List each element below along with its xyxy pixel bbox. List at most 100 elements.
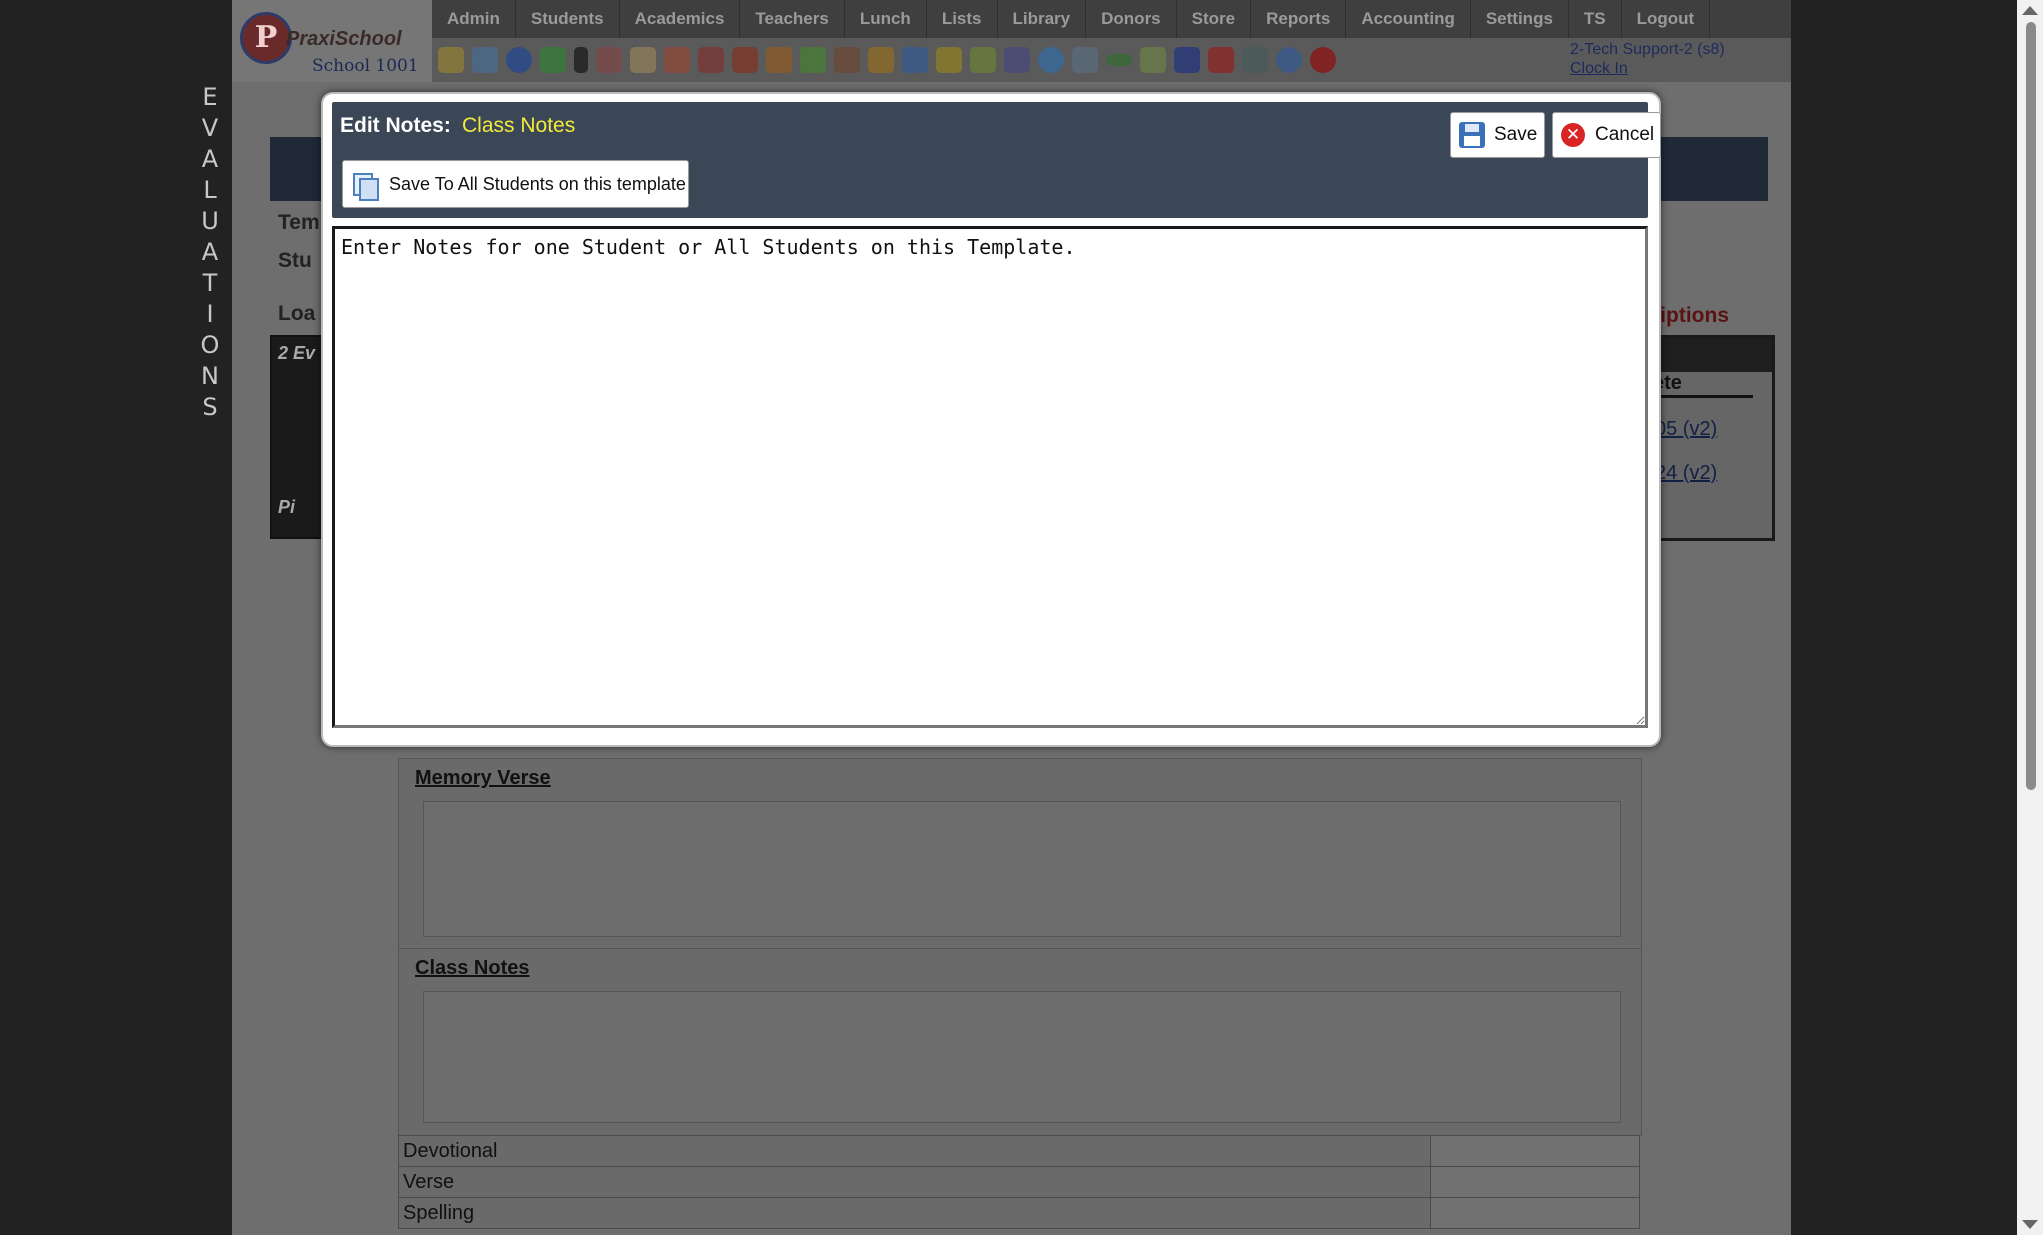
evaluation-link[interactable]: 24 (v2) [1655, 462, 1717, 485]
evaluation-link[interactable]: 05 (v2) [1655, 418, 1717, 441]
memory-verse-section: Memory Verse [398, 758, 1642, 950]
grade-input[interactable] [1430, 1166, 1640, 1198]
user-info: 2-Tech Support-2 (s8) Clock In [1570, 40, 1725, 78]
vertical-title-letter: V [201, 114, 219, 142]
student-label: Stu [278, 249, 312, 272]
nav-item-donors[interactable]: Donors [1086, 0, 1177, 38]
book-icon[interactable] [902, 47, 928, 73]
panel-column-header: ete [1653, 372, 1753, 398]
cash-register-icon[interactable] [1242, 47, 1268, 73]
nav-item-settings[interactable]: Settings [1471, 0, 1569, 38]
right-gutter [1791, 0, 2017, 1235]
photo-caption: 2 Ev [278, 343, 316, 363]
help-icon[interactable] [1276, 47, 1302, 73]
user-name: 2-Tech Support-2 (s8) [1570, 41, 1725, 58]
nav-item-teachers[interactable]: Teachers [740, 0, 845, 38]
person-icon[interactable] [732, 47, 758, 73]
teacher-icon[interactable] [766, 47, 792, 73]
vertical-title-letter: E [202, 83, 218, 111]
nav-item-accounting[interactable]: Accounting [1346, 0, 1471, 38]
vertical-title-letter: T [202, 269, 218, 297]
grade-row-label: Spelling [398, 1197, 1431, 1229]
vertical-title-letter: A [201, 238, 219, 266]
megaphone-icon[interactable] [698, 47, 724, 73]
nav-item-reports[interactable]: Reports [1251, 0, 1347, 38]
power-icon[interactable] [1310, 47, 1336, 73]
clock-icon[interactable] [1038, 47, 1064, 73]
printer-icon[interactable] [1140, 47, 1166, 73]
nav-item-admin[interactable]: Admin [432, 0, 516, 38]
email-icon[interactable] [506, 47, 532, 73]
lunch-icon[interactable] [868, 47, 894, 73]
school-name: School 1001 [312, 56, 419, 76]
cancel-button-label: Cancel [1595, 124, 1655, 145]
speaker-icon[interactable] [596, 47, 622, 73]
section-title: Memory Verse [415, 767, 551, 789]
load-label: Loa [278, 302, 316, 325]
quick-toolbar [432, 38, 1568, 82]
template-label: Tem [278, 211, 320, 234]
nav-item-lists[interactable]: Lists [927, 0, 998, 38]
top-nav: Admin Students Academics Teachers Lunch … [432, 0, 1791, 38]
calendar-grid-icon[interactable] [472, 47, 498, 73]
nav-item-students[interactable]: Students [516, 0, 620, 38]
vertical-title-letter: A [201, 145, 219, 173]
app-root: EVALUATIONS P PraxiSchool School 1001 Ad… [0, 0, 2043, 1235]
class-notes-section: Class Notes [398, 948, 1642, 1136]
grade-input[interactable] [1430, 1197, 1640, 1229]
table-row: Verse [398, 1166, 1640, 1198]
notes-icon[interactable] [630, 47, 656, 73]
vertical-title-letter: U [201, 207, 219, 235]
nav-item-lunch[interactable]: Lunch [845, 0, 927, 38]
broom-icon[interactable] [936, 47, 962, 73]
nav-item-ts[interactable]: TS [1569, 0, 1622, 38]
calendar-icon[interactable] [664, 47, 690, 73]
vertical-title-letter: I [206, 300, 214, 328]
floppy-disk-icon [1459, 122, 1485, 148]
section-title: Class Notes [415, 957, 530, 979]
edit-notes-modal: Edit Notes: Class Notes Save ✕ Cancel Sa… [321, 92, 1661, 747]
export-icon[interactable] [970, 47, 996, 73]
scroll-down-arrow-icon[interactable] [2022, 1220, 2038, 1229]
vertical-title-letter: S [202, 393, 218, 421]
grade-input[interactable] [1430, 1135, 1640, 1167]
search-icon[interactable] [438, 47, 464, 73]
nav-item-academics[interactable]: Academics [620, 0, 741, 38]
logo-wordmark: PraxiSchool [286, 28, 402, 50]
photo-caption-lower: Pi [278, 497, 296, 517]
cancel-button[interactable]: ✕ Cancel [1552, 112, 1661, 158]
phone-icon[interactable] [574, 47, 588, 73]
modal-subtitle: Class Notes [462, 114, 576, 137]
modal-title: Edit Notes: [340, 114, 451, 137]
modal-header: Edit Notes: Class Notes Save ✕ Cancel Sa… [332, 102, 1661, 218]
staff-icon[interactable] [1004, 47, 1030, 73]
vertical-title-letter: N [201, 362, 219, 390]
pdf-icon[interactable] [1208, 47, 1234, 73]
money-icon[interactable] [800, 47, 826, 73]
ap-icon[interactable] [1174, 47, 1200, 73]
card-icon[interactable] [1106, 54, 1132, 66]
chat-icon[interactable] [540, 47, 566, 73]
nav-item-library[interactable]: Library [998, 0, 1087, 38]
save-to-all-label: Save To All Students on this template [389, 173, 686, 194]
memory-verse-textarea[interactable] [423, 801, 1621, 937]
notes-textarea[interactable] [332, 226, 1648, 728]
table-row: Devotional [398, 1135, 1640, 1167]
save-to-all-button[interactable]: Save To All Students on this template [342, 160, 689, 208]
table-row: Spelling [398, 1197, 1640, 1229]
class-notes-textarea[interactable] [423, 991, 1621, 1123]
scrollbar-thumb[interactable] [2026, 22, 2036, 790]
save-button[interactable]: Save [1450, 112, 1545, 158]
grade-table: Devotional Verse Spelling [398, 1135, 1640, 1229]
scroll-up-arrow-icon[interactable] [2022, 6, 2038, 15]
table-icon[interactable] [1072, 47, 1098, 73]
vertical-title-letter: O [200, 331, 220, 359]
grade-row-label: Verse [398, 1166, 1431, 1198]
descriptions-link[interactable]: riptions [1652, 304, 1729, 328]
copy-pages-icon [351, 171, 379, 201]
nav-item-store[interactable]: Store [1177, 0, 1252, 38]
clock-in-link[interactable]: Clock In [1570, 59, 1725, 78]
nav-item-logout[interactable]: Logout [1622, 0, 1711, 38]
save-button-label: Save [1494, 124, 1538, 145]
users-icon[interactable] [834, 47, 860, 73]
